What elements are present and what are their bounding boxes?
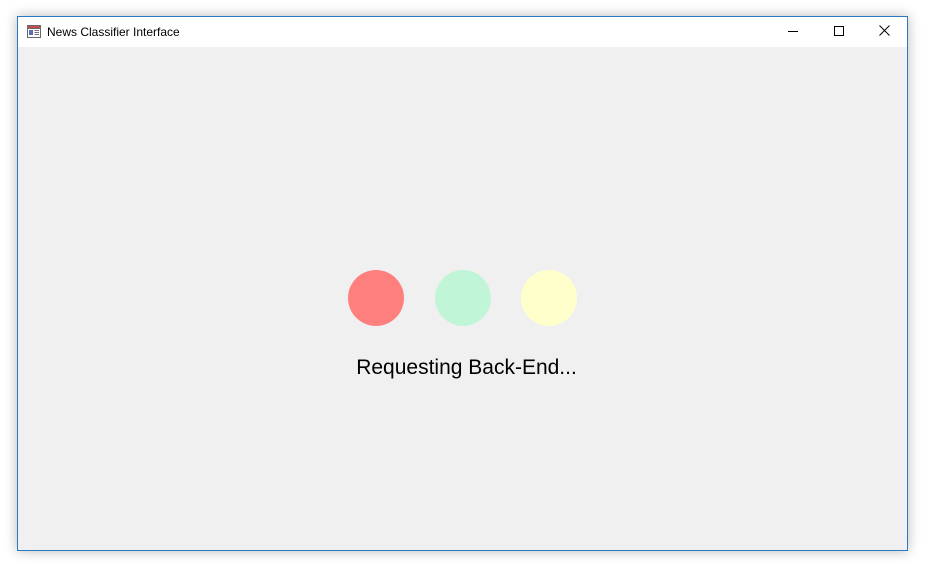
loading-dot-red (348, 270, 404, 326)
maximize-icon (834, 23, 844, 41)
close-button[interactable] (861, 17, 907, 47)
minimize-icon (788, 23, 798, 41)
app-window: News Classifier Interface Requesting Bac… (17, 16, 908, 551)
loading-dot-yellow (521, 270, 577, 326)
app-window-icon (27, 25, 41, 38)
close-icon (878, 23, 890, 41)
client-area: Requesting Back-End... (18, 47, 907, 550)
minimize-button[interactable] (770, 17, 816, 47)
maximize-button[interactable] (816, 17, 862, 47)
title-bar[interactable]: News Classifier Interface (18, 17, 907, 47)
loading-dot-green (435, 270, 491, 326)
window-title: News Classifier Interface (47, 25, 180, 39)
loading-status-text: Requesting Back-End... (356, 356, 577, 379)
